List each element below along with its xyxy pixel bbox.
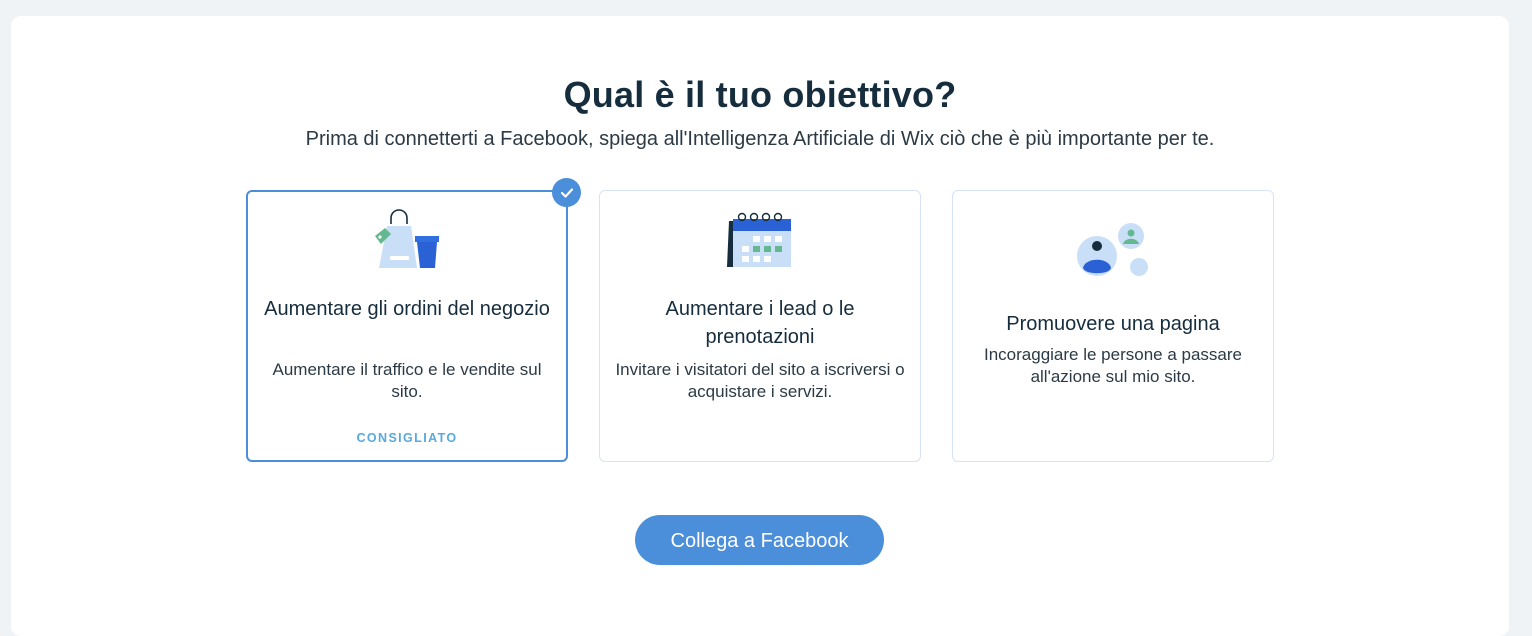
card-title: Promuovere una pagina [1006,313,1220,335]
goal-card-leads-bookings[interactable]: Aumentare i lead o le prenotazioni Invit… [599,190,921,462]
people-icon [1075,223,1151,284]
page-subtitle: Prima di connetterti a Facebook, spiega … [305,128,1215,150]
calendar-icon [727,211,793,274]
card-title: Aumentare gli ordini del negozio [264,298,550,320]
card-description: Invitare i visitatori del sito a iscrive… [615,360,905,401]
page-title: Qual è il tuo obiettivo? [563,74,957,115]
connect-facebook-button[interactable]: Collega a Facebook [635,515,884,565]
card-description: Incoraggiare le persone a passare all'az… [984,345,1242,386]
card-title: Aumentare i lead o le prenotazioni [665,298,855,348]
goal-card-store-orders[interactable]: Aumentare gli ordini del negozio Aumenta… [246,190,568,462]
card-description: Aumentare il traffico e le vendite sul s… [272,360,542,401]
selected-check-icon [552,178,581,207]
shopping-bag-icon [371,208,443,275]
goal-card-promote-page[interactable]: Promuovere una pagina Incoraggiare le pe… [952,190,1274,462]
recommended-badge: CONSIGLIATO [356,431,458,445]
